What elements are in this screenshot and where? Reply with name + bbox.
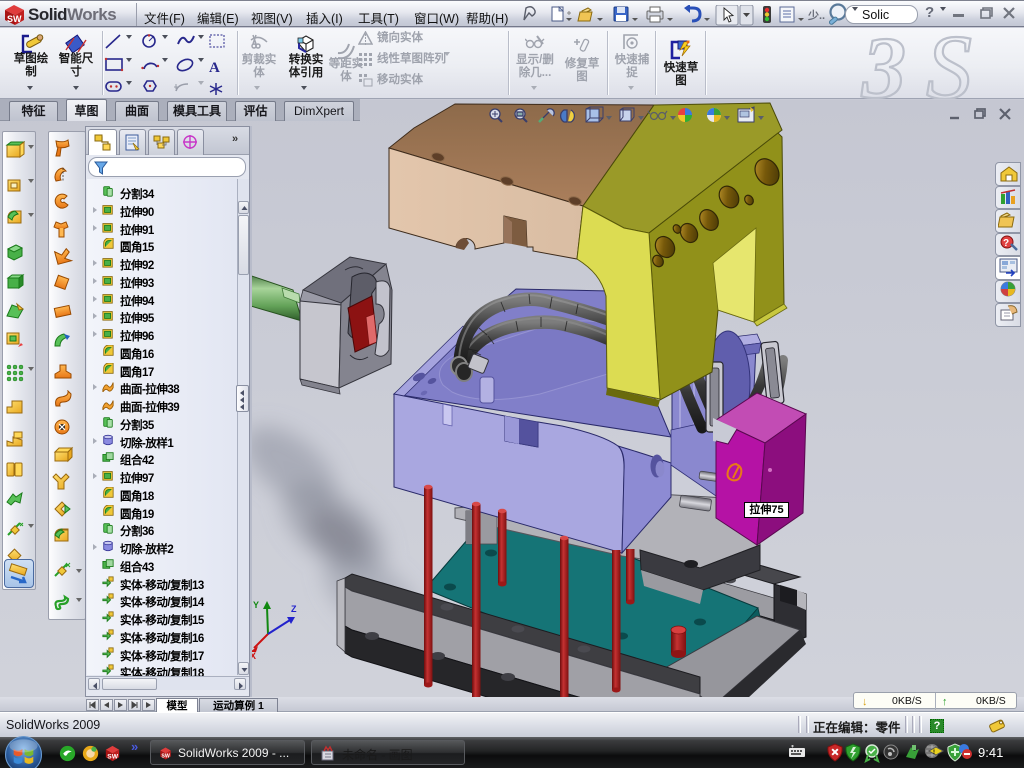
svg-text:Z: Z xyxy=(291,604,297,614)
svg-text:!: ! xyxy=(933,750,935,756)
svg-text:SW: SW xyxy=(107,753,118,760)
svg-text:A: A xyxy=(209,60,220,76)
svg-text:Y: Y xyxy=(253,600,259,610)
svg-text:S: S xyxy=(926,28,972,99)
svg-text:3: 3 xyxy=(861,28,906,99)
svg-text:SW: SW xyxy=(161,753,170,759)
svg-text:少..: 少.. xyxy=(807,8,825,22)
svg-text:SW: SW xyxy=(7,14,22,24)
svg-text:?: ? xyxy=(1003,238,1009,249)
